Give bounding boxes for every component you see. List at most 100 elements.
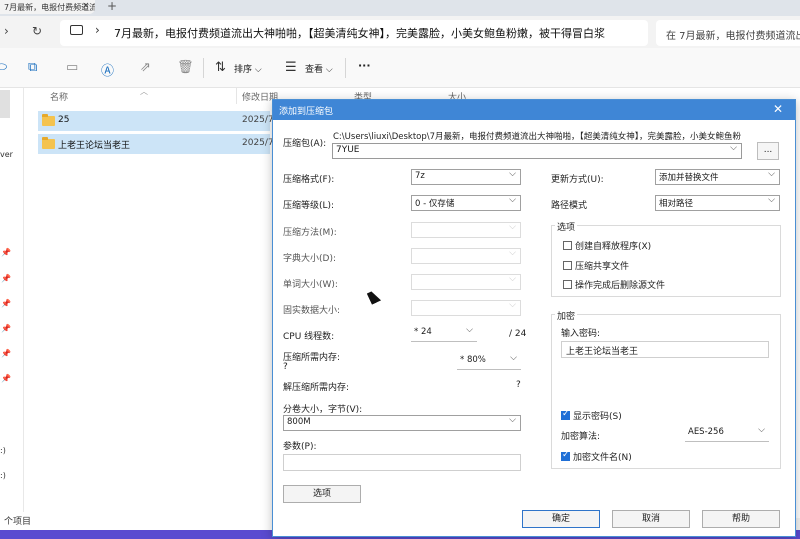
nav-drive-item[interactable]: :) — [0, 446, 6, 455]
decompress-memory-label: 解压缩所需内存: — [283, 383, 350, 393]
pin-icon: 📌 — [1, 248, 11, 257]
address-path: 7月最新，电报付费频道流出大神啪啪，【超美清纯女神】，完美露脸，小美女鲍鱼粉嫩，… — [114, 27, 605, 40]
compress-shared-checkbox[interactable]: 压缩共享文件 — [563, 259, 629, 272]
path-mode-select[interactable]: 相对路径 — [655, 195, 780, 211]
dictionary-label: 字典大小(D): — [283, 254, 336, 264]
format-select[interactable]: 7z — [411, 169, 521, 185]
cpu-threads-label: CPU 线程数: — [283, 332, 335, 342]
pin-icon: 📌 — [1, 349, 11, 358]
archive-path: C:\Users\liuxi\Desktop\7月最新，电报付费频道流出大神啪啪… — [333, 132, 742, 142]
more-options-button[interactable]: ··· — [358, 59, 371, 72]
nav-pane-snippet: ver — [0, 150, 13, 159]
split-size-select[interactable]: 800M — [283, 415, 521, 431]
close-tab-icon[interactable]: × — [82, 1, 90, 11]
help-button[interactable]: 帮助 — [702, 510, 780, 528]
options-button[interactable]: 选项 — [283, 485, 361, 503]
browser-tab[interactable]: 7月最新，电报付费频道流出大 × — [0, 0, 95, 14]
file-date: 2025/7 — [242, 138, 274, 148]
word-size-select — [411, 274, 521, 290]
column-divider[interactable] — [236, 88, 237, 104]
pin-icon: 📌 — [1, 274, 11, 283]
sort-icon[interactable]: ⇅ — [215, 60, 226, 75]
search-input[interactable]: 在 7月最新，电报付费频道流出大神啪啪 — [656, 20, 800, 46]
new-tab-button[interactable]: + — [107, 0, 117, 12]
browse-button[interactable]: ... — [757, 142, 779, 160]
explorer-toolbar: ⬭ ⧉ ▭ Ⓐ ⇗ 🗑 ⇅ 排序 ⌵ ☰ 查看 ⌵ ··· — [0, 48, 800, 88]
sort-up-icon: ︿ — [140, 87, 148, 96]
create-sfx-checkbox[interactable]: 创建自释放程序(X) — [563, 239, 651, 252]
checkbox-icon — [563, 261, 572, 270]
close-icon[interactable]: ✕ — [773, 102, 783, 116]
show-password-checkbox[interactable]: 显示密码(S) — [561, 409, 622, 422]
file-name: 25 — [58, 115, 70, 125]
level-select[interactable]: 0 - 仅存储 — [411, 195, 521, 211]
checkbox-checked-icon — [561, 450, 570, 461]
nav-pane-selection[interactable] — [0, 90, 10, 118]
solid-size-label: 固实数据大小: — [283, 306, 341, 316]
delete-after-checkbox[interactable]: 操作完成后删除源文件 — [563, 278, 665, 291]
memory-label: 压缩所需内存: — [283, 353, 341, 363]
dialog-title-bar[interactable]: 添加到压缩包 ✕ — [273, 100, 795, 120]
paste-icon[interactable]: ▭ — [66, 60, 78, 75]
checkbox-icon — [563, 241, 572, 250]
folder-icon — [42, 114, 55, 126]
encryption-method-label: 加密算法: — [561, 432, 601, 442]
refresh-icon[interactable]: ↻ — [32, 24, 42, 38]
checkbox-checked-icon — [561, 409, 570, 420]
cancel-button[interactable]: 取消 — [612, 510, 690, 528]
parameters-input[interactable] — [283, 454, 521, 471]
path-mode-label: 路径模式 — [551, 201, 588, 211]
encrypt-filenames-checkbox[interactable]: 加密文件名(N) — [561, 450, 632, 463]
file-row[interactable]: 25 2025/7 — [38, 111, 274, 131]
memory-percent-select[interactable]: * 80% — [457, 354, 521, 370]
password-label: 输入密码: — [561, 329, 601, 339]
share-icon[interactable]: ⇗ — [140, 60, 151, 75]
method-label: 压缩方法(M): — [283, 228, 337, 238]
cpu-threads-select[interactable]: * 24 — [411, 326, 477, 342]
rename-icon[interactable]: Ⓐ — [101, 60, 114, 79]
dictionary-select — [411, 248, 521, 264]
decompress-memory-value: ? — [516, 380, 521, 390]
folder-icon — [42, 137, 55, 149]
back-arrow-icon[interactable]: › — [4, 24, 9, 38]
word-size-label: 单词大小(W): — [283, 280, 338, 290]
address-bar[interactable]: › 7月最新，电报付费频道流出大神啪啪，【超美清纯女神】，完美露脸，小美女鲍鱼粉… — [60, 20, 648, 46]
encryption-group-title: 加密 — [555, 309, 578, 322]
copy-icon[interactable]: ⧉ — [28, 60, 37, 75]
pin-icon: 📌 — [1, 299, 11, 308]
ok-button[interactable]: 确定 — [522, 510, 600, 528]
file-name: 上老王论坛当老王 — [58, 141, 131, 151]
navigation-bar: › ↻ › 7月最新，电报付费频道流出大神啪啪，【超美清纯女神】，完美露脸，小美… — [0, 16, 800, 48]
checkbox-icon — [563, 280, 572, 289]
level-label: 压缩等级(L): — [283, 201, 335, 211]
delete-icon[interactable]: 🗑 — [177, 60, 194, 75]
view-button[interactable]: 查看 ⌵ — [305, 62, 333, 75]
toolbar-divider — [203, 58, 204, 78]
view-icon[interactable]: ☰ — [285, 60, 297, 75]
archive-name-input[interactable]: 7YUE — [332, 143, 742, 159]
navigation-pane: ver 📌 📌 📌 📌 📌 📌 :) :) — [0, 88, 24, 539]
file-date: 2025/7 — [242, 115, 274, 125]
new-icon[interactable]: ⬭ — [0, 60, 7, 75]
pin-icon: 📌 — [1, 324, 11, 333]
sort-button[interactable]: 排序 ⌵ — [234, 62, 262, 75]
update-mode-label: 更新方式(U): — [551, 175, 604, 185]
computer-icon — [70, 25, 83, 35]
options-group-title: 选项 — [555, 220, 578, 233]
file-row[interactable]: 上老王论坛当老王 2025/7 — [38, 134, 274, 154]
encryption-method-select[interactable]: AES-256 — [685, 426, 769, 442]
solid-size-select — [411, 300, 521, 316]
password-input[interactable]: 上老王论坛当老王 — [561, 341, 769, 358]
nav-drive-item[interactable]: :) — [0, 471, 6, 480]
add-to-archive-dialog: 添加到压缩包 ✕ 压缩包(A): C:\Users\liuxi\Desktop\… — [272, 99, 796, 537]
method-select — [411, 222, 521, 238]
status-bar: 个项目 — [0, 512, 272, 530]
format-label: 压缩格式(F): — [283, 175, 335, 185]
update-mode-select[interactable]: 添加并替换文件 — [655, 169, 780, 185]
dialog-title: 添加到压缩包 — [279, 107, 334, 117]
cpu-threads-max: / 24 — [509, 329, 527, 339]
toolbar-divider — [345, 58, 346, 78]
column-header-name[interactable]: 名称 — [50, 90, 68, 103]
browser-tab-strip: 7月最新，电报付费频道流出大 × + — [0, 0, 800, 16]
chevron-right-icon[interactable]: › — [95, 23, 100, 37]
